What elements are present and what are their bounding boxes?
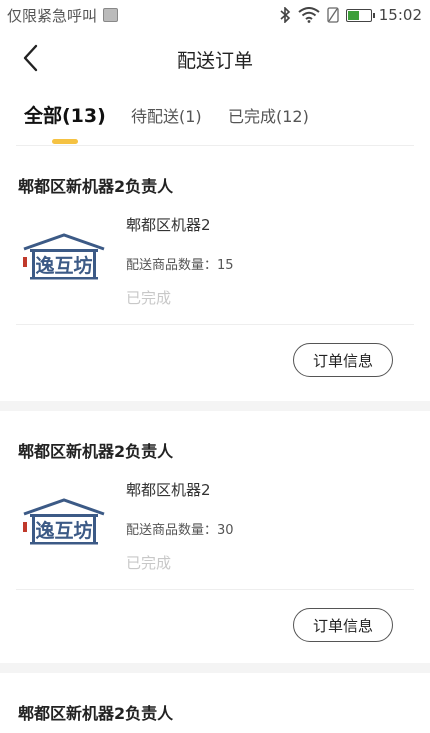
nav-bar: 配送订单 [0, 30, 430, 86]
logo-text: 逸互坊 [35, 519, 92, 542]
status-badge: 已完成 [126, 554, 172, 572]
status-right: 15:02 [280, 6, 422, 24]
order-info-button[interactable]: 订单信息 [293, 608, 393, 642]
order-info-button[interactable]: 订单信息 [293, 343, 393, 377]
status-left: 仅限紧急呼叫 [7, 5, 119, 26]
delivery-quantity: 配送商品数量：15 [126, 254, 234, 273]
quantity-value: 15 [217, 258, 234, 273]
status-bar: 仅限紧急呼叫 15:02 [0, 0, 430, 30]
order-card[interactable]: 郫都区新机器2负责人 逸互坊 郫都区机器2 配送商品数量：15 已完成 订单信息 [0, 146, 430, 401]
clock-text: 15:02 [378, 6, 422, 24]
delivery-quantity: 配送商品数量：30 [126, 519, 234, 538]
quantity-label: 配送商品数量： [126, 523, 218, 538]
battery-icon [345, 8, 375, 22]
owner-name: 郫都区新机器2负责人 [18, 177, 174, 196]
product-name: 郫都区机器2 [126, 481, 211, 499]
tab-all[interactable]: 全部(13) [24, 101, 106, 128]
bluetooth-icon [280, 7, 290, 23]
no-sim-icon [327, 7, 339, 23]
tab-pending[interactable]: 待配送(1) [131, 103, 202, 127]
tab-completed[interactable]: 已完成(12) [228, 103, 309, 127]
carrier-text: 仅限紧急呼叫 [7, 6, 98, 25]
store-logo-icon: 逸互坊 [23, 233, 105, 280]
divider [16, 589, 414, 590]
order-card[interactable]: 郫都区新机器2负责人 逸互坊 郫都区机器2 配送商品数量：30 已完成 订单信息 [0, 411, 430, 663]
wifi-icon [298, 7, 320, 23]
quantity-label: 配送商品数量： [126, 258, 218, 273]
product-name: 郫都区机器2 [126, 216, 211, 234]
order-card[interactable]: 郫都区新机器2负责人 [0, 673, 430, 733]
store-logo-icon: 逸互坊 [23, 498, 105, 545]
status-badge: 已完成 [126, 289, 172, 307]
quantity-value: 30 [217, 523, 234, 538]
tab-bar: 全部(13) 待配送(1) 已完成(12) [0, 86, 430, 146]
logo-text: 逸互坊 [35, 254, 92, 277]
owner-name: 郫都区新机器2负责人 [18, 704, 174, 723]
active-tab-indicator [52, 139, 78, 144]
owner-name: 郫都区新机器2负责人 [18, 442, 174, 461]
divider [16, 324, 414, 325]
page-title: 配送订单 [176, 50, 253, 72]
app-notification-icon [103, 8, 119, 22]
